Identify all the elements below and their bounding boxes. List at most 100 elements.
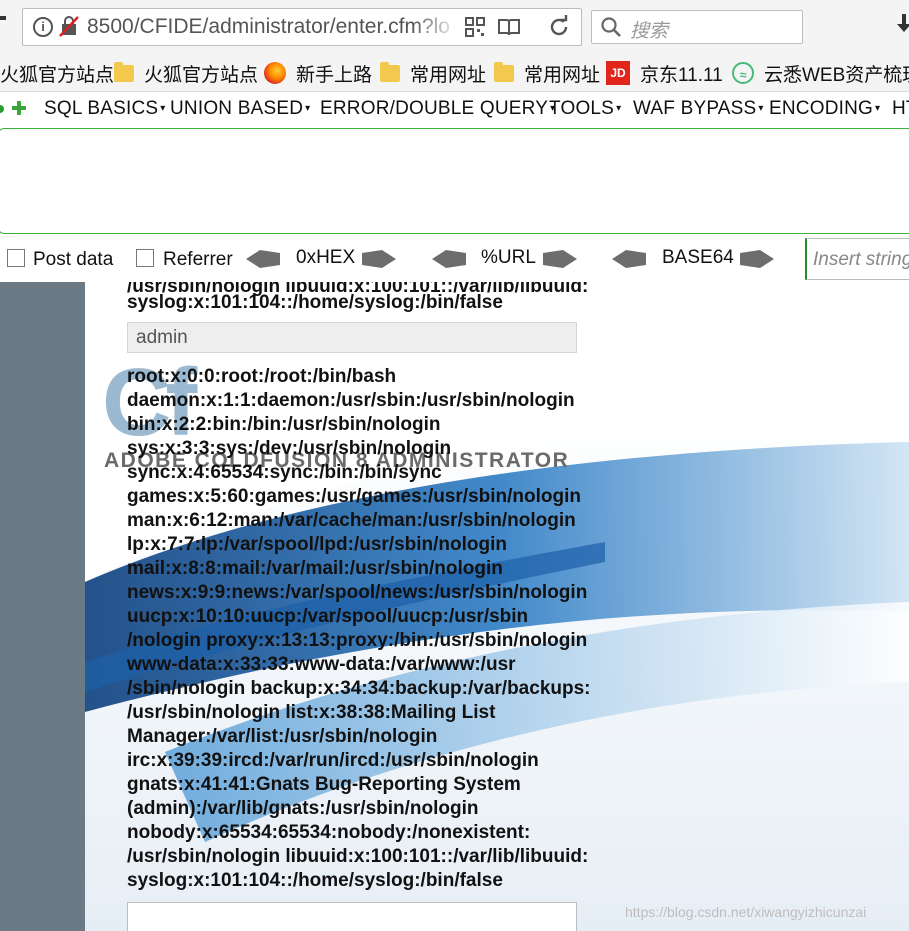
caret-down-icon: ▾	[758, 103, 764, 114]
post-data-label[interactable]: Post data	[33, 249, 113, 271]
qr-code-icon[interactable]	[465, 17, 485, 37]
post-data-checkbox[interactable]	[7, 249, 25, 267]
menu-label[interactable]: ENCODING	[769, 98, 873, 119]
search-icon	[601, 17, 621, 37]
address-bar[interactable]: i 8500/CFIDE/administrator/enter.cfm?lo	[22, 8, 582, 46]
menu-label[interactable]: WAF BYPASS	[633, 98, 756, 119]
menu-label[interactable]: SQL BASICS	[44, 98, 158, 119]
menu-sql-basics[interactable]: SQL BASICS ▾	[44, 98, 166, 120]
menu-label[interactable]: TOOLS	[549, 98, 614, 119]
menu-html[interactable]: HTML	[892, 98, 909, 120]
username-field[interactable]: admin	[127, 322, 577, 353]
passwd-line: irc:x:39:39:ircd:/var/run/ircd:/usr/sbin…	[127, 750, 539, 771]
bookmark-label[interactable]: 京东11.11	[640, 60, 723, 87]
passwd-line: syslog:x:101:104::/home/syslog:/bin/fals…	[127, 870, 503, 891]
passwd-line: sys:x:3:3:sys:/dev:/usr/sbin/nologin	[127, 438, 452, 459]
reload-icon[interactable]	[547, 15, 571, 39]
caret-down-icon: ▾	[616, 103, 622, 114]
base64-label: BASE64	[662, 247, 734, 268]
insecure-lock-icon[interactable]	[59, 15, 79, 37]
jd-icon: JD	[606, 61, 630, 85]
passwd-line: /nologin proxy:x:13:13:proxy:/bin:/usr/s…	[127, 630, 588, 651]
navigation-bar: i 8500/CFIDE/administrator/enter.cfm?lo	[0, 0, 909, 55]
passwd-output: root:x:0:0:root:/root:/bin/bash daemon:x:…	[127, 365, 617, 893]
bookmark-item[interactable]: 火狐官方站点	[0, 55, 114, 91]
bookmark-label[interactable]: 常用网址	[410, 60, 486, 87]
info-icon[interactable]: i	[33, 17, 53, 37]
password-field[interactable]	[127, 902, 577, 931]
referrer-checkbox[interactable]	[136, 249, 154, 267]
passwd-line: lp:x:7:7:lp:/var/spool/lpd:/usr/sbin/nol…	[127, 534, 507, 555]
caret-down-icon: ▾	[160, 103, 166, 114]
menu-label[interactable]: HTML	[892, 98, 909, 119]
menu-label[interactable]: ERROR/DOUBLE QUERY	[320, 98, 548, 119]
passwd-line: /sbin/nologin backup:x:34:34:backup:/var…	[127, 678, 591, 699]
bookmark-item[interactable]: 常用网址	[380, 55, 486, 91]
menu-union-based[interactable]: UNION BASED ▾	[170, 98, 310, 120]
passwd-line: root:x:0:0:root:/root:/bin/bash	[127, 366, 397, 387]
passwd-line: Manager:/var/list:/usr/sbin/nologin	[127, 726, 438, 747]
download-icon[interactable]	[897, 14, 909, 36]
bookmark-item[interactable]: 新手上路	[264, 55, 372, 91]
menu-encoding[interactable]: ENCODING ▾	[769, 98, 880, 120]
bookmark-item[interactable]: 常用网址	[494, 55, 600, 91]
firefox-icon	[264, 62, 286, 84]
bookmark-item[interactable]: ≈ 云悉WEB资产梳理	[732, 55, 909, 91]
insert-string-input[interactable]: Insert string	[805, 238, 909, 280]
watermark-text: https://blog.csdn.net/xiwangyizhicunzai	[625, 904, 867, 920]
bookmark-item[interactable]: JD 京东11.11	[606, 55, 723, 91]
hex-decode-arrow-icon[interactable]	[246, 249, 280, 269]
page-content: Cf ADOBE COLDFUSION 8 ADMINISTRATOR /usr…	[0, 282, 909, 931]
folder-icon	[114, 61, 134, 82]
passwd-line: (admin):/var/lib/gnats:/usr/sbin/nologin	[127, 798, 479, 819]
caret-down-icon: ▾	[305, 103, 311, 114]
passwd-line: games:x:5:60:games:/usr/games:/usr/sbin/…	[127, 486, 582, 507]
plus-icon[interactable]	[12, 101, 26, 115]
back-arrow-icon[interactable]	[0, 16, 6, 20]
passwd-line: sync:x:4:65534:sync:/bin:/bin/sync	[127, 462, 442, 483]
hackbar-url-textarea[interactable]	[0, 128, 909, 234]
search-input[interactable]: 搜索	[591, 10, 803, 44]
hackbar-status-icon	[0, 105, 4, 113]
menu-label[interactable]: UNION BASED	[170, 98, 303, 119]
passwd-line: /usr/sbin/nologin libuuid:x:100:101::/va…	[127, 846, 589, 867]
passwd-line: man:x:6:12:man:/var/cache/man:/usr/sbin/…	[127, 510, 576, 531]
left-sidebar	[0, 282, 85, 931]
caret-down-icon: ▾	[875, 103, 881, 114]
bookmarks-toolbar: 火狐官方站点 火狐官方站点 新手上路 常用网址 常用网址 JD 京东11.11 ≈…	[0, 55, 909, 92]
passwd-line: /usr/sbin/nologin list:x:38:38:Mailing L…	[127, 702, 496, 723]
bookmark-label[interactable]: 新手上路	[296, 60, 372, 87]
hex-label: 0xHEX	[296, 247, 356, 268]
url-decode-arrow-icon[interactable]	[432, 249, 466, 269]
hex-encode-arrow-icon[interactable]	[362, 249, 396, 269]
bookmark-label[interactable]: 常用网址	[524, 60, 600, 87]
passwd-line: news:x:9:9:news:/var/spool/news:/usr/sbi…	[127, 582, 588, 603]
passwd-line: www-data:x:33:33:www-data:/var/www:/usr	[127, 654, 516, 675]
bookmark-item[interactable]: 火狐官方站点	[114, 55, 258, 91]
menu-waf-bypass[interactable]: WAF BYPASS ▾	[633, 98, 764, 120]
yunxi-icon: ≈	[732, 62, 754, 84]
reader-view-icon[interactable]	[497, 17, 521, 37]
url-text[interactable]: 8500/CFIDE/administrator/enter.cfm?lo	[87, 15, 457, 39]
passwd-line: daemon:x:1:1:daemon:/usr/sbin:/usr/sbin/…	[127, 390, 575, 411]
passwd-output-prev-last-line: syslog:x:101:104::/home/syslog:/bin/fals…	[127, 292, 503, 313]
hackbar-tools: Post data Referrer 0xHEX %URL BASE64 Ins…	[0, 238, 909, 283]
passwd-line: mail:x:8:8:mail:/var/mail:/usr/sbin/nolo…	[127, 558, 503, 579]
bookmark-label[interactable]: 火狐官方站点	[144, 60, 258, 87]
passwd-line: nobody:x:65534:65534:nobody:/nonexistent…	[127, 822, 531, 843]
search-placeholder: 搜索	[630, 21, 669, 42]
referrer-label[interactable]: Referrer	[163, 249, 233, 271]
folder-icon	[494, 61, 514, 82]
url-encode-arrow-icon[interactable]	[543, 249, 577, 269]
base64-decode-arrow-icon[interactable]	[612, 249, 646, 269]
url-label: %URL	[481, 247, 536, 268]
passwd-line: uucp:x:10:10:uucp:/var/spool/uucp:/usr/s…	[127, 606, 529, 627]
base64-encode-arrow-icon[interactable]	[740, 249, 774, 269]
hackbar-menu: SQL BASICS ▾ UNION BASED ▾ ERROR/DOUBLE QU…	[0, 92, 909, 126]
menu-error-double-query[interactable]: ERROR/DOUBLE QUERY ▾	[320, 98, 555, 120]
bookmark-label[interactable]: 火狐官方站点	[0, 60, 114, 87]
bookmark-label[interactable]: 云悉WEB资产梳理	[764, 60, 909, 87]
passwd-line: bin:x:2:2:bin:/bin:/usr/sbin/nologin	[127, 414, 441, 435]
passwd-line: gnats:x:41:41:Gnats Bug-Reporting System	[127, 774, 521, 795]
menu-tools[interactable]: TOOLS ▾	[549, 98, 621, 120]
